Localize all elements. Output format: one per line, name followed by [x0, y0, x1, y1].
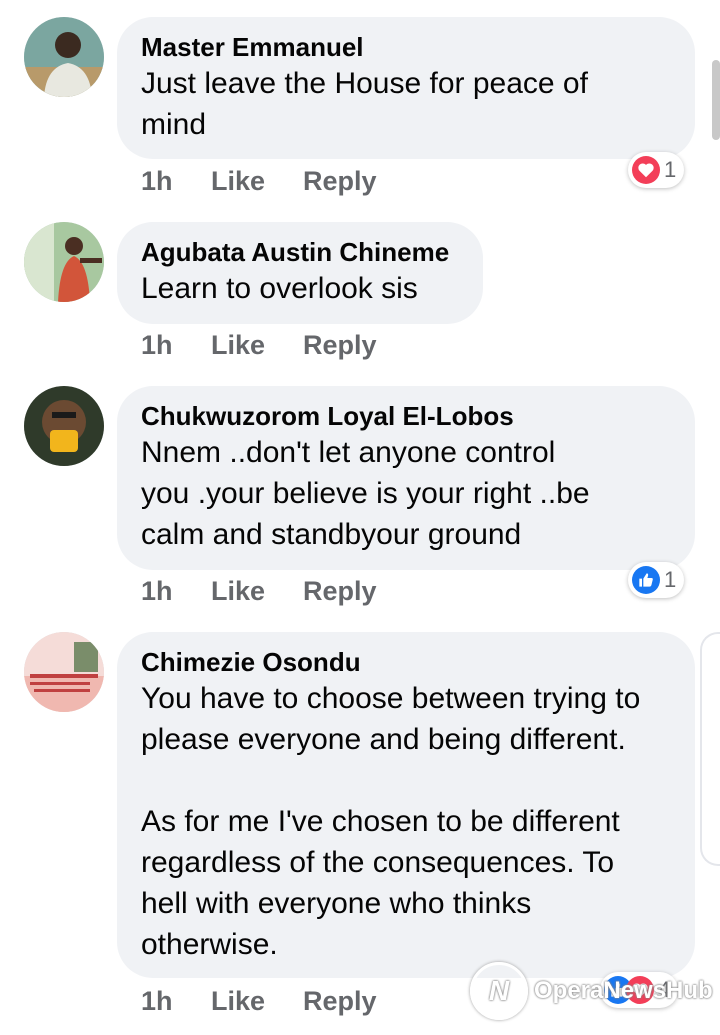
comment-actions: 1h Like Reply: [141, 328, 377, 362]
reaction-count: 1: [664, 567, 677, 592]
like-button[interactable]: Like: [211, 328, 303, 362]
comment-time[interactable]: 1h: [141, 328, 211, 362]
avatar[interactable]: [24, 632, 104, 712]
comment-actions: 1h Like Reply: [141, 984, 377, 1018]
watermark-text: OperaNewsHub: [534, 977, 713, 1004]
reaction-summary[interactable]: 1: [628, 562, 685, 598]
like-icon: [632, 566, 660, 594]
comment-bubble: Chukwuzorom Loyal El-Lobos Nnem ..don't …: [117, 386, 695, 570]
comment-time[interactable]: 1h: [141, 574, 211, 608]
like-button[interactable]: Like: [211, 574, 303, 608]
scrollbar[interactable]: [712, 60, 720, 140]
comment-text: Nnem ..don't let anyone control you .you…: [141, 436, 590, 551]
comment-actions: 1h Like Reply: [141, 164, 377, 198]
reaction-count: 1: [664, 157, 677, 182]
like-button[interactable]: Like: [211, 984, 303, 1018]
reply-button[interactable]: Reply: [303, 984, 377, 1018]
comment-text: Learn to overlook sis: [141, 272, 418, 305]
comment-time[interactable]: 1h: [141, 164, 211, 198]
comment-author[interactable]: Master Emmanuel: [141, 31, 671, 63]
love-icon: [632, 156, 660, 184]
avatar[interactable]: [24, 386, 104, 466]
comment-author[interactable]: Agubata Austin Chineme: [141, 236, 459, 268]
watermark: N OperaNewsHub: [470, 962, 713, 1020]
comment-bubble: Master Emmanuel Just leave the House for…: [117, 17, 695, 159]
side-panel-edge: [700, 632, 720, 866]
comment-time[interactable]: 1h: [141, 984, 211, 1018]
comment-author[interactable]: Chimezie Osondu: [141, 646, 671, 678]
reply-button[interactable]: Reply: [303, 328, 377, 362]
like-button[interactable]: Like: [211, 164, 303, 198]
comment-text: Just leave the House for peace of mind: [141, 67, 588, 141]
comment-bubble: Agubata Austin Chineme Learn to overlook…: [117, 222, 483, 324]
comment-actions: 1h Like Reply: [141, 574, 377, 608]
comment-bubble: Chimezie Osondu You have to choose betwe…: [117, 632, 695, 978]
avatar[interactable]: [24, 17, 104, 97]
comment-author[interactable]: Chukwuzorom Loyal El-Lobos: [141, 400, 671, 432]
operanewshub-logo-icon: N: [470, 962, 528, 1020]
reaction-summary[interactable]: 1: [628, 152, 685, 188]
reply-button[interactable]: Reply: [303, 164, 377, 198]
comment-text: You have to choose between trying to ple…: [141, 682, 641, 961]
reply-button[interactable]: Reply: [303, 574, 377, 608]
avatar[interactable]: [24, 222, 104, 302]
